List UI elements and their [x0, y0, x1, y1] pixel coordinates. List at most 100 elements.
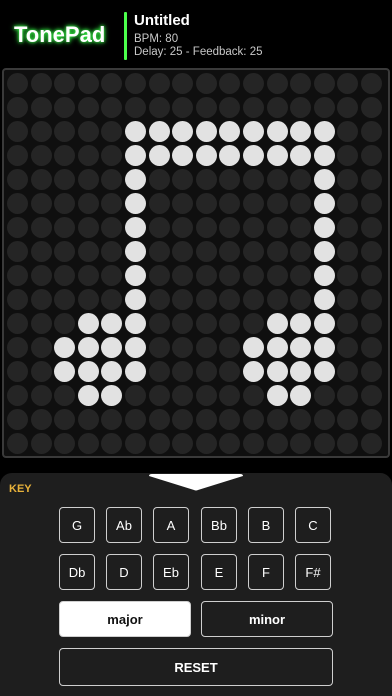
grid-cell[interactable] [101, 289, 123, 310]
grid-cell-active[interactable] [125, 169, 146, 190]
grid-cell-active[interactable] [243, 361, 264, 382]
grid-cell[interactable] [148, 73, 170, 94]
grid-cell-active[interactable] [243, 121, 264, 142]
grid-cell[interactable] [101, 217, 123, 238]
grid-cell[interactable] [172, 433, 194, 454]
grid-cell[interactable] [290, 169, 312, 190]
grid-cell-active[interactable] [313, 265, 335, 286]
tone-grid[interactable] [7, 73, 385, 457]
grid-cell[interactable] [148, 409, 170, 430]
grid-cell-active[interactable] [266, 145, 288, 166]
grid-cell[interactable] [290, 409, 312, 430]
grid-cell-active[interactable] [243, 337, 264, 358]
grid-cell[interactable] [30, 73, 52, 94]
grid-cell[interactable] [101, 73, 123, 94]
grid-cell[interactable] [148, 265, 170, 286]
grid-cell[interactable] [54, 241, 76, 262]
grid-cell[interactable] [125, 73, 146, 94]
grid-cell-active[interactable] [266, 361, 288, 382]
grid-cell[interactable] [148, 97, 170, 118]
grid-cell-active[interactable] [125, 289, 146, 310]
grid-cell[interactable] [195, 241, 217, 262]
grid-cell[interactable] [361, 433, 382, 454]
grid-cell[interactable] [313, 73, 335, 94]
grid-cell[interactable] [30, 193, 52, 214]
grid-cell[interactable] [125, 385, 146, 406]
grid-cell-active[interactable] [313, 217, 335, 238]
grid-cell[interactable] [290, 241, 312, 262]
grid-cell[interactable] [7, 169, 28, 190]
grid-cell[interactable] [101, 265, 123, 286]
grid-cell[interactable] [361, 145, 382, 166]
grid-cell-active[interactable] [101, 337, 123, 358]
grid-cell[interactable] [148, 169, 170, 190]
grid-cell[interactable] [54, 145, 76, 166]
grid-cell[interactable] [337, 145, 359, 166]
key-button-bb[interactable]: Bb [201, 507, 237, 543]
grid-cell[interactable] [361, 313, 382, 334]
grid-cell[interactable] [337, 241, 359, 262]
grid-cell[interactable] [290, 433, 312, 454]
grid-cell-active[interactable] [290, 385, 312, 406]
grid-cell-active[interactable] [313, 169, 335, 190]
grid-cell[interactable] [30, 265, 52, 286]
mode-button-major[interactable]: major [59, 601, 191, 637]
grid-cell[interactable] [148, 241, 170, 262]
grid-cell[interactable] [30, 313, 52, 334]
grid-cell-active[interactable] [290, 337, 312, 358]
grid-cell[interactable] [54, 433, 76, 454]
grid-cell[interactable] [313, 97, 335, 118]
grid-cell[interactable] [195, 313, 217, 334]
grid-cell[interactable] [195, 73, 217, 94]
grid-cell-active[interactable] [125, 241, 146, 262]
grid-cell-active[interactable] [290, 121, 312, 142]
grid-cell[interactable] [101, 145, 123, 166]
grid-cell[interactable] [290, 97, 312, 118]
grid-cell[interactable] [54, 265, 76, 286]
grid-cell[interactable] [54, 313, 76, 334]
grid-cell[interactable] [195, 337, 217, 358]
grid-cell-active[interactable] [148, 121, 170, 142]
grid-cell[interactable] [313, 385, 335, 406]
grid-cell[interactable] [148, 193, 170, 214]
grid-cell[interactable] [54, 193, 76, 214]
grid-cell[interactable] [361, 409, 382, 430]
grid-cell[interactable] [290, 193, 312, 214]
grid-cell-active[interactable] [313, 241, 335, 262]
grid-cell[interactable] [219, 409, 241, 430]
grid-cell[interactable] [54, 385, 76, 406]
grid-cell[interactable] [101, 241, 123, 262]
grid-cell[interactable] [195, 385, 217, 406]
grid-cell[interactable] [337, 265, 359, 286]
grid-cell[interactable] [361, 169, 382, 190]
grid-cell[interactable] [243, 265, 264, 286]
grid-cell[interactable] [337, 217, 359, 238]
grid-cell[interactable] [266, 433, 288, 454]
grid-cell-active[interactable] [172, 145, 194, 166]
grid-cell[interactable] [337, 337, 359, 358]
grid-cell[interactable] [30, 433, 52, 454]
key-button-e[interactable]: E [201, 554, 237, 590]
grid-cell[interactable] [172, 193, 194, 214]
grid-cell-active[interactable] [125, 145, 146, 166]
grid-cell[interactable] [219, 433, 241, 454]
key-button-b[interactable]: B [248, 507, 284, 543]
grid-cell[interactable] [361, 361, 382, 382]
grid-cell-active[interactable] [266, 121, 288, 142]
panel-collapse-handle[interactable] [148, 472, 244, 492]
grid-cell[interactable] [195, 409, 217, 430]
grid-cell[interactable] [30, 409, 52, 430]
grid-cell[interactable] [30, 385, 52, 406]
grid-cell[interactable] [266, 193, 288, 214]
grid-cell[interactable] [243, 169, 264, 190]
grid-cell-active[interactable] [195, 145, 217, 166]
grid-cell[interactable] [243, 217, 264, 238]
grid-cell[interactable] [77, 433, 99, 454]
grid-cell[interactable] [337, 361, 359, 382]
key-button-f[interactable]: F [248, 554, 284, 590]
grid-cell[interactable] [7, 241, 28, 262]
grid-cell[interactable] [54, 97, 76, 118]
grid-cell[interactable] [243, 73, 264, 94]
grid-cell[interactable] [30, 169, 52, 190]
grid-cell[interactable] [30, 217, 52, 238]
